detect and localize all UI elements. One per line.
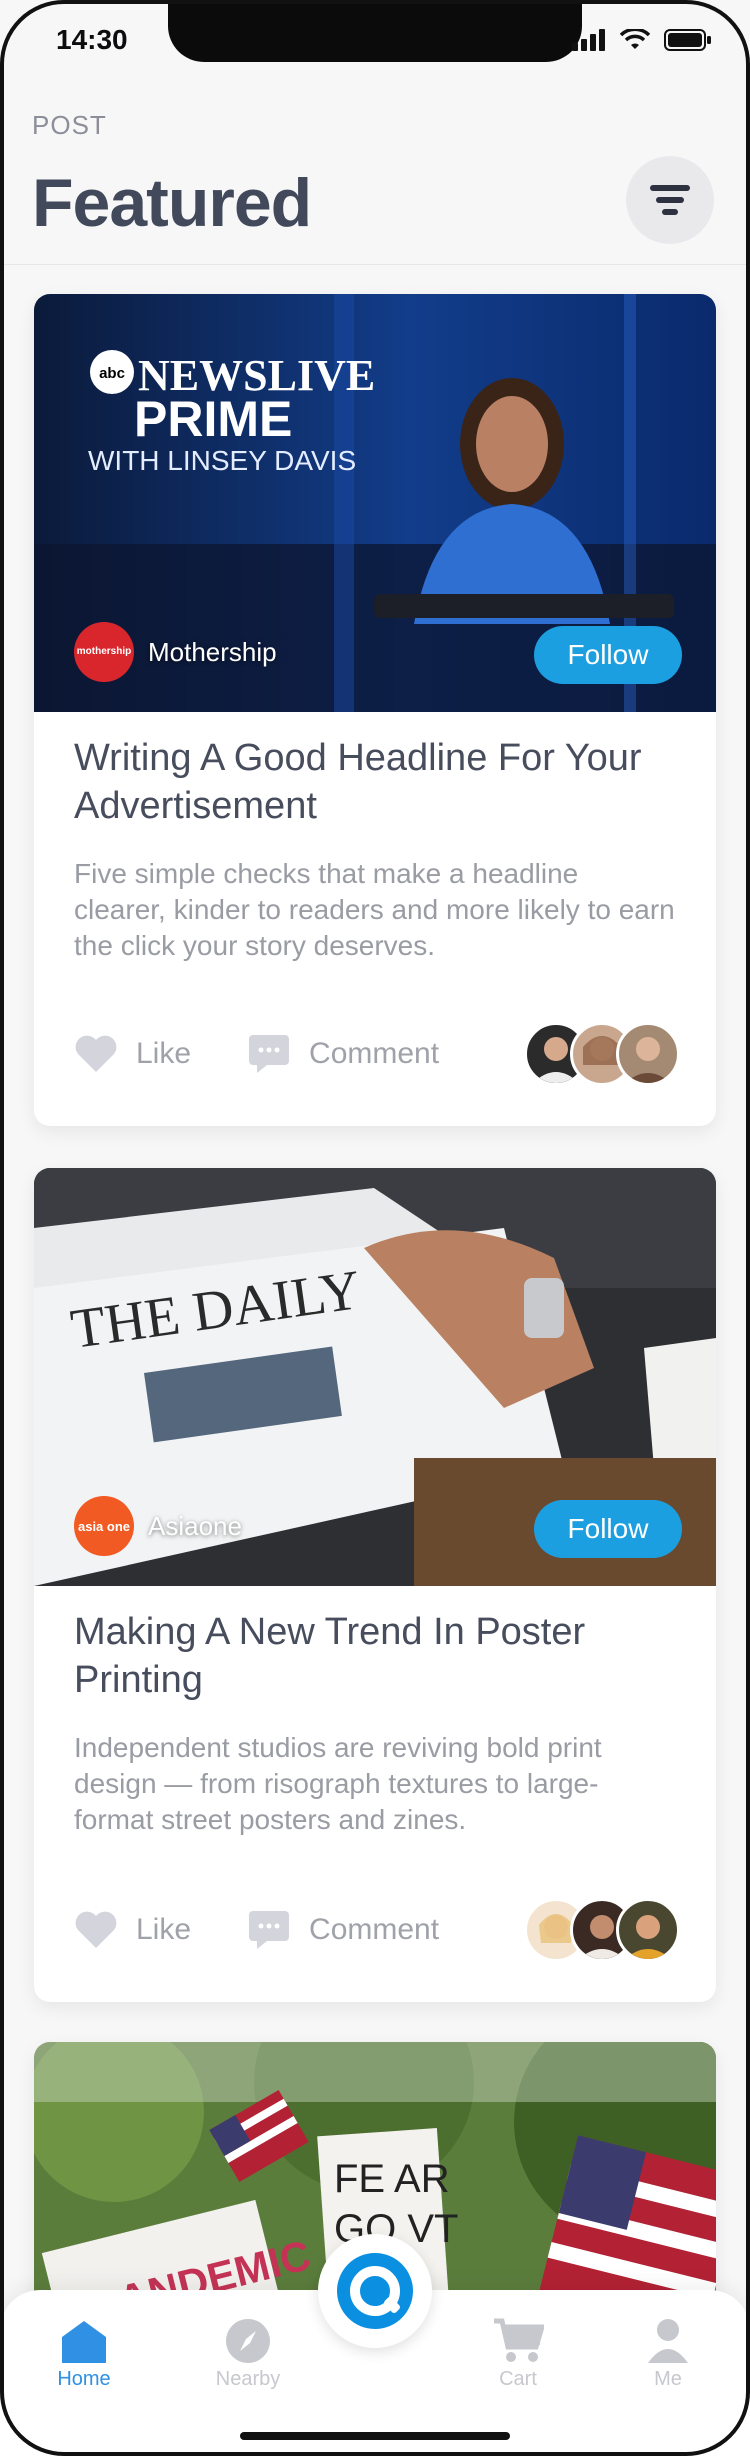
tab-cart-label: Cart bbox=[499, 2368, 537, 2390]
comment-icon bbox=[249, 1035, 290, 1073]
like-label: Like bbox=[136, 1037, 192, 1070]
tab-home-label: Home bbox=[57, 2368, 111, 2390]
home-icon bbox=[34, 2314, 134, 2368]
post-source[interactable]: mothership Mothership bbox=[74, 622, 277, 682]
page-title: Featured bbox=[32, 165, 312, 241]
tab-me[interactable]: Me bbox=[618, 2314, 718, 2391]
follow-button[interactable]: Follow bbox=[534, 1500, 682, 1558]
tab-me-label: Me bbox=[654, 2368, 682, 2390]
post-card[interactable]: THE DAILY asia one Asiaone Follow Making… bbox=[34, 1168, 716, 2002]
svg-text:abc: abc bbox=[99, 365, 125, 382]
comment-label: Comment bbox=[309, 1037, 440, 1070]
post-source[interactable]: asia one Asiaone bbox=[74, 1496, 242, 1556]
source-name: Asiaone bbox=[148, 1510, 242, 1541]
wifi-icon bbox=[620, 29, 650, 49]
tab-home[interactable]: Home bbox=[34, 2314, 134, 2391]
like-button[interactable]: Like bbox=[74, 1034, 191, 1074]
heart-icon bbox=[75, 1035, 117, 1072]
tab-nearby-label: Nearby bbox=[215, 2368, 281, 2390]
search-q-icon bbox=[337, 2253, 413, 2329]
source-name: Mothership bbox=[148, 636, 277, 667]
signal-icon bbox=[572, 29, 605, 51]
post-description: Five simple checks that make a headline … bbox=[74, 858, 675, 961]
like-label: Like bbox=[136, 1913, 192, 1946]
reader-avatars[interactable] bbox=[524, 1898, 680, 1962]
search-fab-button[interactable] bbox=[318, 2234, 432, 2348]
comment-icon bbox=[249, 1911, 290, 1949]
comment-button[interactable]: Comment bbox=[247, 1033, 439, 1075]
post-title[interactable]: Writing A Good Headline For Your Adverti… bbox=[74, 734, 676, 830]
compass-icon bbox=[198, 2314, 298, 2368]
status-time: 14:30 bbox=[56, 24, 128, 55]
status-icons bbox=[572, 28, 712, 52]
comment-button[interactable]: Comment bbox=[247, 1909, 439, 1951]
svg-text:WITH LINSEY DAVIS: WITH LINSEY DAVIS bbox=[88, 445, 356, 476]
battery-icon bbox=[664, 29, 711, 51]
person-icon bbox=[618, 2314, 718, 2368]
status-bar: 14:30 bbox=[0, 18, 750, 68]
asiaone-logo: asia one bbox=[74, 1496, 134, 1556]
post-actions: Like Comment bbox=[74, 1022, 680, 1086]
filter-icon bbox=[650, 185, 690, 215]
cart-icon bbox=[468, 2314, 568, 2368]
reader-avatars[interactable] bbox=[524, 1022, 680, 1086]
abc-logo: abc bbox=[90, 350, 134, 394]
svg-text:PRIME: PRIME bbox=[134, 391, 292, 447]
page-header: POST Featured bbox=[0, 94, 750, 265]
svg-text:FE AR: FE AR bbox=[334, 2157, 450, 2201]
comment-label: Comment bbox=[309, 1913, 440, 1946]
post-card[interactable]: abc NEWSLIVE PRIME WITH LINSEY DAVIS mot… bbox=[34, 294, 716, 1126]
heart-icon bbox=[75, 1911, 117, 1948]
post-image[interactable]: abc NEWSLIVE PRIME WITH LINSEY DAVIS mot… bbox=[34, 294, 716, 712]
tab-nearby[interactable]: Nearby bbox=[198, 2314, 298, 2391]
follow-button[interactable]: Follow bbox=[534, 626, 682, 684]
filter-button[interactable] bbox=[626, 156, 714, 244]
home-indicator bbox=[240, 2432, 510, 2440]
avatar bbox=[616, 1898, 680, 1962]
section-label: POST bbox=[32, 110, 107, 140]
post-title[interactable]: Making A New Trend In Poster Printing bbox=[74, 1608, 676, 1704]
post-actions: Like Comment bbox=[74, 1898, 680, 1962]
post-description: Independent studios are reviving bold pr… bbox=[74, 1732, 602, 1835]
avatar bbox=[616, 1022, 680, 1086]
post-image[interactable]: THE DAILY asia one Asiaone Follow bbox=[34, 1168, 716, 1586]
like-button[interactable]: Like bbox=[74, 1910, 191, 1950]
mothership-logo: mothership bbox=[74, 622, 134, 682]
tab-cart[interactable]: Cart bbox=[468, 2314, 568, 2391]
